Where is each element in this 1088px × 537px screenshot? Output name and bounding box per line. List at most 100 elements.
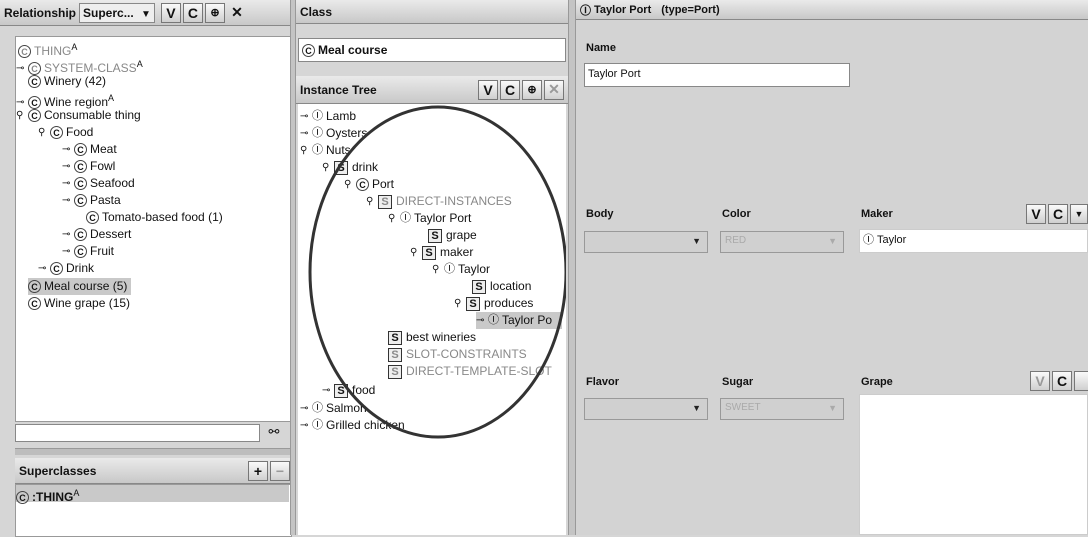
tree-node-winery[interactable]: C Winery (42) — [28, 73, 106, 90]
instance-node-grilled-chicken[interactable]: ⊸ Ⓘ Grilled chicken — [300, 417, 405, 434]
relationship-label: Relationship — [4, 5, 77, 20]
binoculars-icon[interactable]: ⚯ — [264, 424, 284, 442]
grape-label: Grape — [861, 376, 893, 388]
slot-node-produces[interactable]: ⚲ Sproduces — [454, 295, 533, 312]
tree-node-wine-grape[interactable]: C Wine grape (15) — [28, 295, 130, 312]
expand-icon[interactable]: ⊸ — [62, 226, 74, 243]
tree-node-label: Consumable thing — [44, 108, 141, 122]
expand-icon[interactable]: ⊸ — [62, 175, 74, 192]
create-grape-button[interactable]: C — [1052, 371, 1072, 391]
tree-node-system-class[interactable]: ⊸ C SYSTEM-CLASSA — [16, 56, 143, 76]
collapse-icon[interactable]: ⚲ — [454, 295, 466, 312]
slot-node-food[interactable]: ⊸ Sfood — [322, 382, 375, 399]
copy-instance-button[interactable]: ⊕ — [522, 79, 542, 100]
view-instance-button[interactable]: V — [478, 79, 498, 100]
color-value: RED — [725, 235, 747, 246]
delete-class-button[interactable]: ✕ — [227, 3, 247, 23]
expand-icon[interactable]: ⊸ — [300, 125, 312, 142]
pane-divider-right[interactable] — [568, 0, 576, 535]
slot-node-direct-template-slot[interactable]: S DIRECT-TEMPLATE-SLOT — [388, 363, 552, 380]
class-search-input[interactable] — [15, 424, 260, 442]
slot-node-slot-constraints[interactable]: S SLOT-CONSTRAINTS — [388, 346, 527, 363]
color-select[interactable]: RED ▼ — [720, 231, 844, 253]
view-maker-button[interactable]: V — [1026, 204, 1046, 224]
slot-node-direct-instances[interactable]: ⚲ S DIRECT-INSTANCES — [366, 193, 512, 210]
expand-icon[interactable]: ⊸ — [322, 382, 334, 399]
create-instance-button[interactable]: C — [500, 79, 520, 100]
sugar-select[interactable]: SWEET ▼ — [720, 398, 844, 420]
expand-icon[interactable]: ⊸ — [16, 60, 28, 77]
class-node-port[interactable]: ⚲ C Port — [344, 176, 394, 193]
instance-node-taylor-port-leaf[interactable]: ⊸ Ⓘ Taylor Po — [476, 312, 563, 329]
instance-icon: Ⓘ — [863, 234, 874, 247]
remove-superclass-button[interactable]: − — [270, 460, 290, 481]
more-grape-button[interactable] — [1074, 371, 1088, 391]
slot-node-grape[interactable]: Sgrape — [428, 227, 477, 244]
slot-node-best-wineries[interactable]: Sbest wineries — [388, 329, 476, 346]
maker-label: Maker — [861, 208, 893, 220]
expand-icon[interactable]: ⊸ — [62, 192, 74, 209]
instance-node-oysters[interactable]: ⊸ Ⓘ Oysters — [300, 125, 367, 142]
instance-node-taylor-port[interactable]: ⚲ Ⓘ Taylor Port — [388, 210, 471, 227]
collapse-icon[interactable]: ⚲ — [16, 107, 28, 124]
tree-node-food[interactable]: ⚲ C Food — [38, 124, 93, 141]
expand-icon[interactable]: ⊸ — [476, 312, 488, 329]
tree-node-meal-course[interactable]: C Meal course (5) — [28, 278, 132, 295]
body-select[interactable]: ▼ — [584, 231, 708, 253]
collapse-icon[interactable]: ⚲ — [322, 159, 334, 176]
create-class-button[interactable]: C — [182, 2, 203, 23]
expand-icon[interactable]: ⊸ — [38, 260, 50, 277]
expand-icon[interactable]: ⊸ — [300, 108, 312, 125]
tree-node-drink[interactable]: ⊸ C Drink — [38, 260, 94, 277]
name-field[interactable]: Taylor Port — [584, 63, 850, 87]
slot-node-maker[interactable]: ⚲ Smaker — [410, 244, 473, 261]
collapse-icon[interactable]: ⚲ — [432, 261, 444, 278]
relationship-dropdown[interactable]: Superc... ▼ — [79, 2, 155, 23]
tree-node-pasta[interactable]: ⊸ C Pasta — [62, 192, 121, 209]
class-browser-header: Relationship Superc... ▼ V C ⊕ ✕ — [0, 0, 290, 26]
tree-node-dessert[interactable]: ⊸ C Dessert — [62, 226, 131, 243]
tree-node-tomato-based-food[interactable]: C Tomato-based food (1) — [86, 209, 223, 226]
tree-node-consumable-thing[interactable]: ⚲ C Consumable thing — [16, 107, 141, 124]
tree-node-meat[interactable]: ⊸ C Meat — [62, 141, 117, 158]
collapse-icon[interactable]: ⚲ — [388, 210, 400, 227]
expand-icon[interactable]: ⊸ — [300, 417, 312, 434]
tree-node-wine-region[interactable]: ⊸ C Wine regionA — [16, 90, 115, 110]
collapse-icon[interactable]: ⚲ — [344, 176, 356, 193]
superclass-item[interactable]: C:THINGA — [16, 485, 289, 505]
expand-icon[interactable]: ⊸ — [62, 141, 74, 158]
view-grape-button[interactable]: V — [1030, 371, 1050, 391]
tree-node-fruit[interactable]: ⊸ C Fruit — [62, 243, 114, 260]
tree-node-thing[interactable]: C THINGA — [18, 39, 77, 59]
expand-icon[interactable]: ⊸ — [300, 400, 312, 417]
instance-node-salmon[interactable]: ⊸ Ⓘ Salmon — [300, 400, 367, 417]
instance-node-lamb[interactable]: ⊸ Ⓘ Lamb — [300, 108, 356, 125]
instance-node-nuts[interactable]: ⚲ Ⓘ Nuts — [300, 142, 351, 159]
tree-node-fowl[interactable]: ⊸ C Fowl — [62, 158, 115, 175]
expand-icon[interactable]: ⊸ — [62, 243, 74, 260]
instance-node-taylor[interactable]: ⚲ Ⓘ Taylor — [432, 261, 490, 278]
more-maker-button[interactable]: ▼ — [1070, 204, 1088, 224]
slot-node-drink[interactable]: ⚲ Sdrink — [322, 159, 378, 176]
collapse-icon[interactable]: ⚲ — [366, 193, 378, 210]
collapse-icon[interactable]: ⚲ — [300, 142, 312, 159]
grape-list[interactable] — [859, 394, 1088, 535]
tree-node-seafood[interactable]: ⊸ C Seafood — [62, 175, 135, 192]
class-browser-pane: Relationship Superc... ▼ V C ⊕ ✕ C THINGA… — [0, 0, 292, 537]
slot-node-location[interactable]: Slocation — [472, 278, 531, 295]
instance-icon: Ⓘ — [400, 212, 411, 225]
collapse-icon[interactable]: ⚲ — [410, 244, 422, 261]
collapse-icon[interactable]: ⚲ — [38, 124, 50, 141]
view-class-button[interactable]: V — [160, 2, 181, 23]
add-button[interactable]: ⊕ — [204, 2, 225, 23]
add-superclass-button[interactable]: + — [248, 460, 268, 481]
create-maker-button[interactable]: C — [1048, 204, 1068, 224]
abstract-marker: A — [108, 93, 115, 103]
class-icon: C — [74, 228, 87, 242]
flavor-select[interactable]: ▼ — [584, 398, 708, 420]
splitter[interactable] — [15, 448, 290, 455]
expand-icon[interactable]: ⊸ — [62, 158, 74, 175]
color-label: Color — [722, 208, 751, 220]
maker-field[interactable]: Ⓘ Taylor — [859, 229, 1088, 253]
delete-instance-button[interactable]: ✕ — [544, 79, 564, 100]
